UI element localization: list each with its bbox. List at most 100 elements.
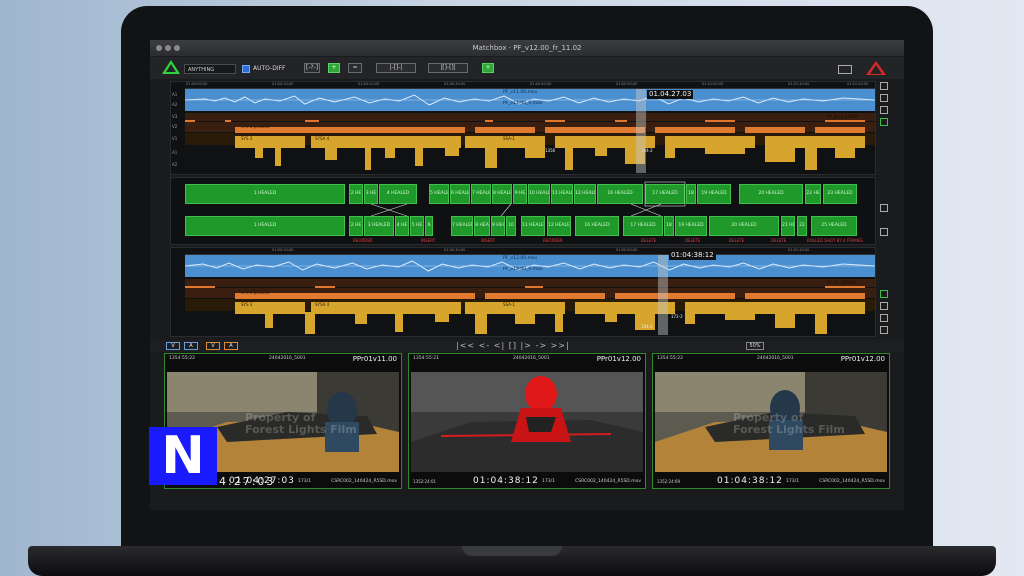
shot-clip[interactable]: 9 HEA xyxy=(491,216,505,236)
add-marker-button[interactable]: + xyxy=(482,63,494,73)
shot-clip[interactable]: 17 HEALED xyxy=(623,216,663,236)
close-window-icon[interactable] xyxy=(156,45,162,51)
viewer-version-name: PPr01v11.00 xyxy=(352,355,397,363)
shot-clip[interactable]: 25 HEALED xyxy=(811,216,857,236)
change-marker[interactable]: DELETE xyxy=(729,238,744,243)
viewer-date: 24042016_5001 xyxy=(513,356,550,361)
video-track-v0[interactable]: 172-2 144-2 xyxy=(185,312,875,336)
change-marker[interactable]: DELETE xyxy=(685,238,700,243)
shot-clip[interactable]: 19 HEALED xyxy=(675,216,707,236)
video-track-v3[interactable]: PF_SO_REMAS xyxy=(185,279,875,294)
clip-label: SYSA 4 xyxy=(315,302,330,307)
ruler-time: 01:01:10:00 xyxy=(788,82,810,86)
audio-track-b[interactable]: PF_v12.00.mov PF_v12.00_fr.mov xyxy=(185,255,875,277)
change-marker[interactable]: DELETE xyxy=(641,238,656,243)
shot-clip[interactable]: 5 HE xyxy=(410,216,424,236)
timeline-ruler: 01:00:10:00 01:00:30:00 01:00:50:00 01:0… xyxy=(185,248,875,255)
change-marker[interactable]: REORDER xyxy=(353,238,373,243)
shot-clip[interactable]: 4 HE xyxy=(395,216,409,236)
shot-clip[interactable]: 6 xyxy=(425,216,433,236)
compare-mode-select[interactable]: ANYTHING xyxy=(184,64,236,74)
minus-icon[interactable] xyxy=(880,302,888,310)
plus-icon[interactable] xyxy=(880,290,888,298)
clip-label: SYS-2 pinks01 xyxy=(241,124,270,129)
find-button[interactable]: [-?-] xyxy=(304,63,320,73)
ruler-time: 01:00:00:00 xyxy=(186,82,208,86)
split-icon[interactable] xyxy=(880,106,888,114)
video-track-v2[interactable]: SYS-2 pinks01 xyxy=(185,288,875,303)
shot-clip[interactable]: 2 HE xyxy=(349,216,363,236)
timeline-version-b[interactable]: 01:00:10:00 01:00:30:00 01:00:50:00 01:0… xyxy=(170,247,876,337)
change-marker[interactable]: REORDER xyxy=(543,238,563,243)
plus-icon[interactable] xyxy=(880,82,888,90)
playback-controls[interactable]: |<< <- <| [] |> -> >>| xyxy=(456,340,570,352)
clip-label: SYSA 4 xyxy=(315,136,330,141)
shot-clip[interactable]: 7 HEALED xyxy=(451,216,473,236)
shot-clip[interactable]: 1 HEALED xyxy=(185,216,345,236)
shot-clip[interactable]: 20 HEALED xyxy=(709,216,779,236)
transport-bar: V A V A |<< <- <| [] |> -> >>| 50% xyxy=(150,340,904,352)
change-marker[interactable]: INSERT xyxy=(421,238,435,243)
matchbox-logo-icon xyxy=(162,60,180,74)
shot-clip[interactable]: 18 xyxy=(664,216,674,236)
playhead[interactable] xyxy=(658,255,668,335)
viewer-right[interactable]: 1354:55:22 24042016_5001 PPr01v12.00 Pro… xyxy=(652,353,890,489)
video-track-toggle[interactable]: V xyxy=(166,342,180,350)
down-arrow-icon[interactable] xyxy=(880,228,888,236)
change-marker[interactable]: DELETE xyxy=(771,238,786,243)
minus-icon[interactable] xyxy=(880,94,888,102)
shot-clip[interactable]: 3 HEALED xyxy=(364,216,394,236)
viewer-file-name: CSRC002_140424_R5SD.mov xyxy=(575,479,641,484)
shot-clip[interactable]: 22 xyxy=(797,216,807,236)
audio-track-toggle[interactable]: A xyxy=(224,342,238,350)
shot-clip[interactable]: 16 HEALED xyxy=(575,216,619,236)
alert-delta-icon[interactable] xyxy=(866,61,886,75)
link-icon[interactable] xyxy=(880,326,888,334)
equal-button[interactable]: = xyxy=(348,63,362,73)
clip-label: PP_ELLS_14RSV xyxy=(827,114,859,119)
shot-clip[interactable]: 8 HEA xyxy=(474,216,490,236)
viewer-timecode: 01:04:38:12 xyxy=(473,476,539,486)
audio-track-a[interactable]: PF_v11.00.mov PF_v11.00_fr.mov xyxy=(185,89,875,111)
video-track-v1[interactable]: SYS 3 SYSA 4 SSA-1 xyxy=(185,299,875,314)
video-track-toggle[interactable]: V xyxy=(206,342,220,350)
app-screen: Matchbox · PF_v12.00_fr_11.02 ANYTHING A… xyxy=(150,40,904,510)
split-icon[interactable] xyxy=(880,314,888,322)
change-marker[interactable]: ROLLED SHOT BY 4 FRAMES xyxy=(807,238,863,243)
viewer-date: 24042016_5001 xyxy=(269,356,306,361)
shot-clip[interactable]: 21 HE xyxy=(781,216,795,236)
playhead[interactable] xyxy=(636,89,646,173)
shot-clip[interactable]: 10 xyxy=(506,216,516,236)
video-track-v0[interactable]: 1356 144-2 xyxy=(185,146,875,172)
zoom-level[interactable]: 50% xyxy=(746,342,764,350)
zoom-window-icon[interactable] xyxy=(174,45,180,51)
difference-frame-image xyxy=(411,372,643,472)
ruler-time: 01:01:00:00 xyxy=(702,82,724,86)
timeline-version-a[interactable]: 01:00:00:00 01:00:10:00 01:00:20:00 01:0… xyxy=(170,81,876,175)
track-label: V3 xyxy=(172,114,178,119)
audio-file-name: PF_v12.00.mov xyxy=(503,256,538,261)
video-track-v3[interactable]: PP_ELLS_14RSV xyxy=(185,113,875,128)
link-icon[interactable] xyxy=(880,118,888,126)
audio-track-toggle[interactable]: A xyxy=(184,342,198,350)
viewer-difference[interactable]: 1354:55:21 24042016_5001 PPr01v12.00 135… xyxy=(408,353,646,489)
auto-diff-label: AUTO-DIFF xyxy=(253,65,286,72)
viewer-file-name: CSRC002_140424_R5SD.mov xyxy=(331,479,397,484)
diff-panel[interactable]: 1 HEALED 2 HE 3 HE 4 HEALED 5 HEALE 6 HE… xyxy=(170,177,876,245)
overlay-timecode: 4:27:03 xyxy=(219,475,276,488)
video-frame xyxy=(411,372,643,472)
lock-icon[interactable] xyxy=(880,204,888,212)
minimize-window-icon[interactable] xyxy=(165,45,171,51)
change-marker[interactable]: INSERT xyxy=(481,238,495,243)
auto-diff-checkbox[interactable] xyxy=(242,65,250,73)
shot-clip[interactable]: 11 HEALED xyxy=(521,216,545,236)
split-button[interactable]: |[]-[]| xyxy=(428,63,468,73)
ruler-time: 01:00:10:00 xyxy=(272,82,294,86)
shot-clip[interactable]: 12 HEALED xyxy=(547,216,571,236)
gap-button[interactable]: |-[]-| xyxy=(376,63,416,73)
mail-icon[interactable] xyxy=(838,65,852,74)
video-track-v1[interactable]: SYS 3 SYSA 4 SSA-1 xyxy=(185,133,875,148)
video-frame: Property of Forest Lights Film xyxy=(655,372,887,472)
add-button[interactable]: + xyxy=(328,63,340,73)
video-track-v2[interactable]: SYS-2 pinks01 xyxy=(185,122,875,137)
